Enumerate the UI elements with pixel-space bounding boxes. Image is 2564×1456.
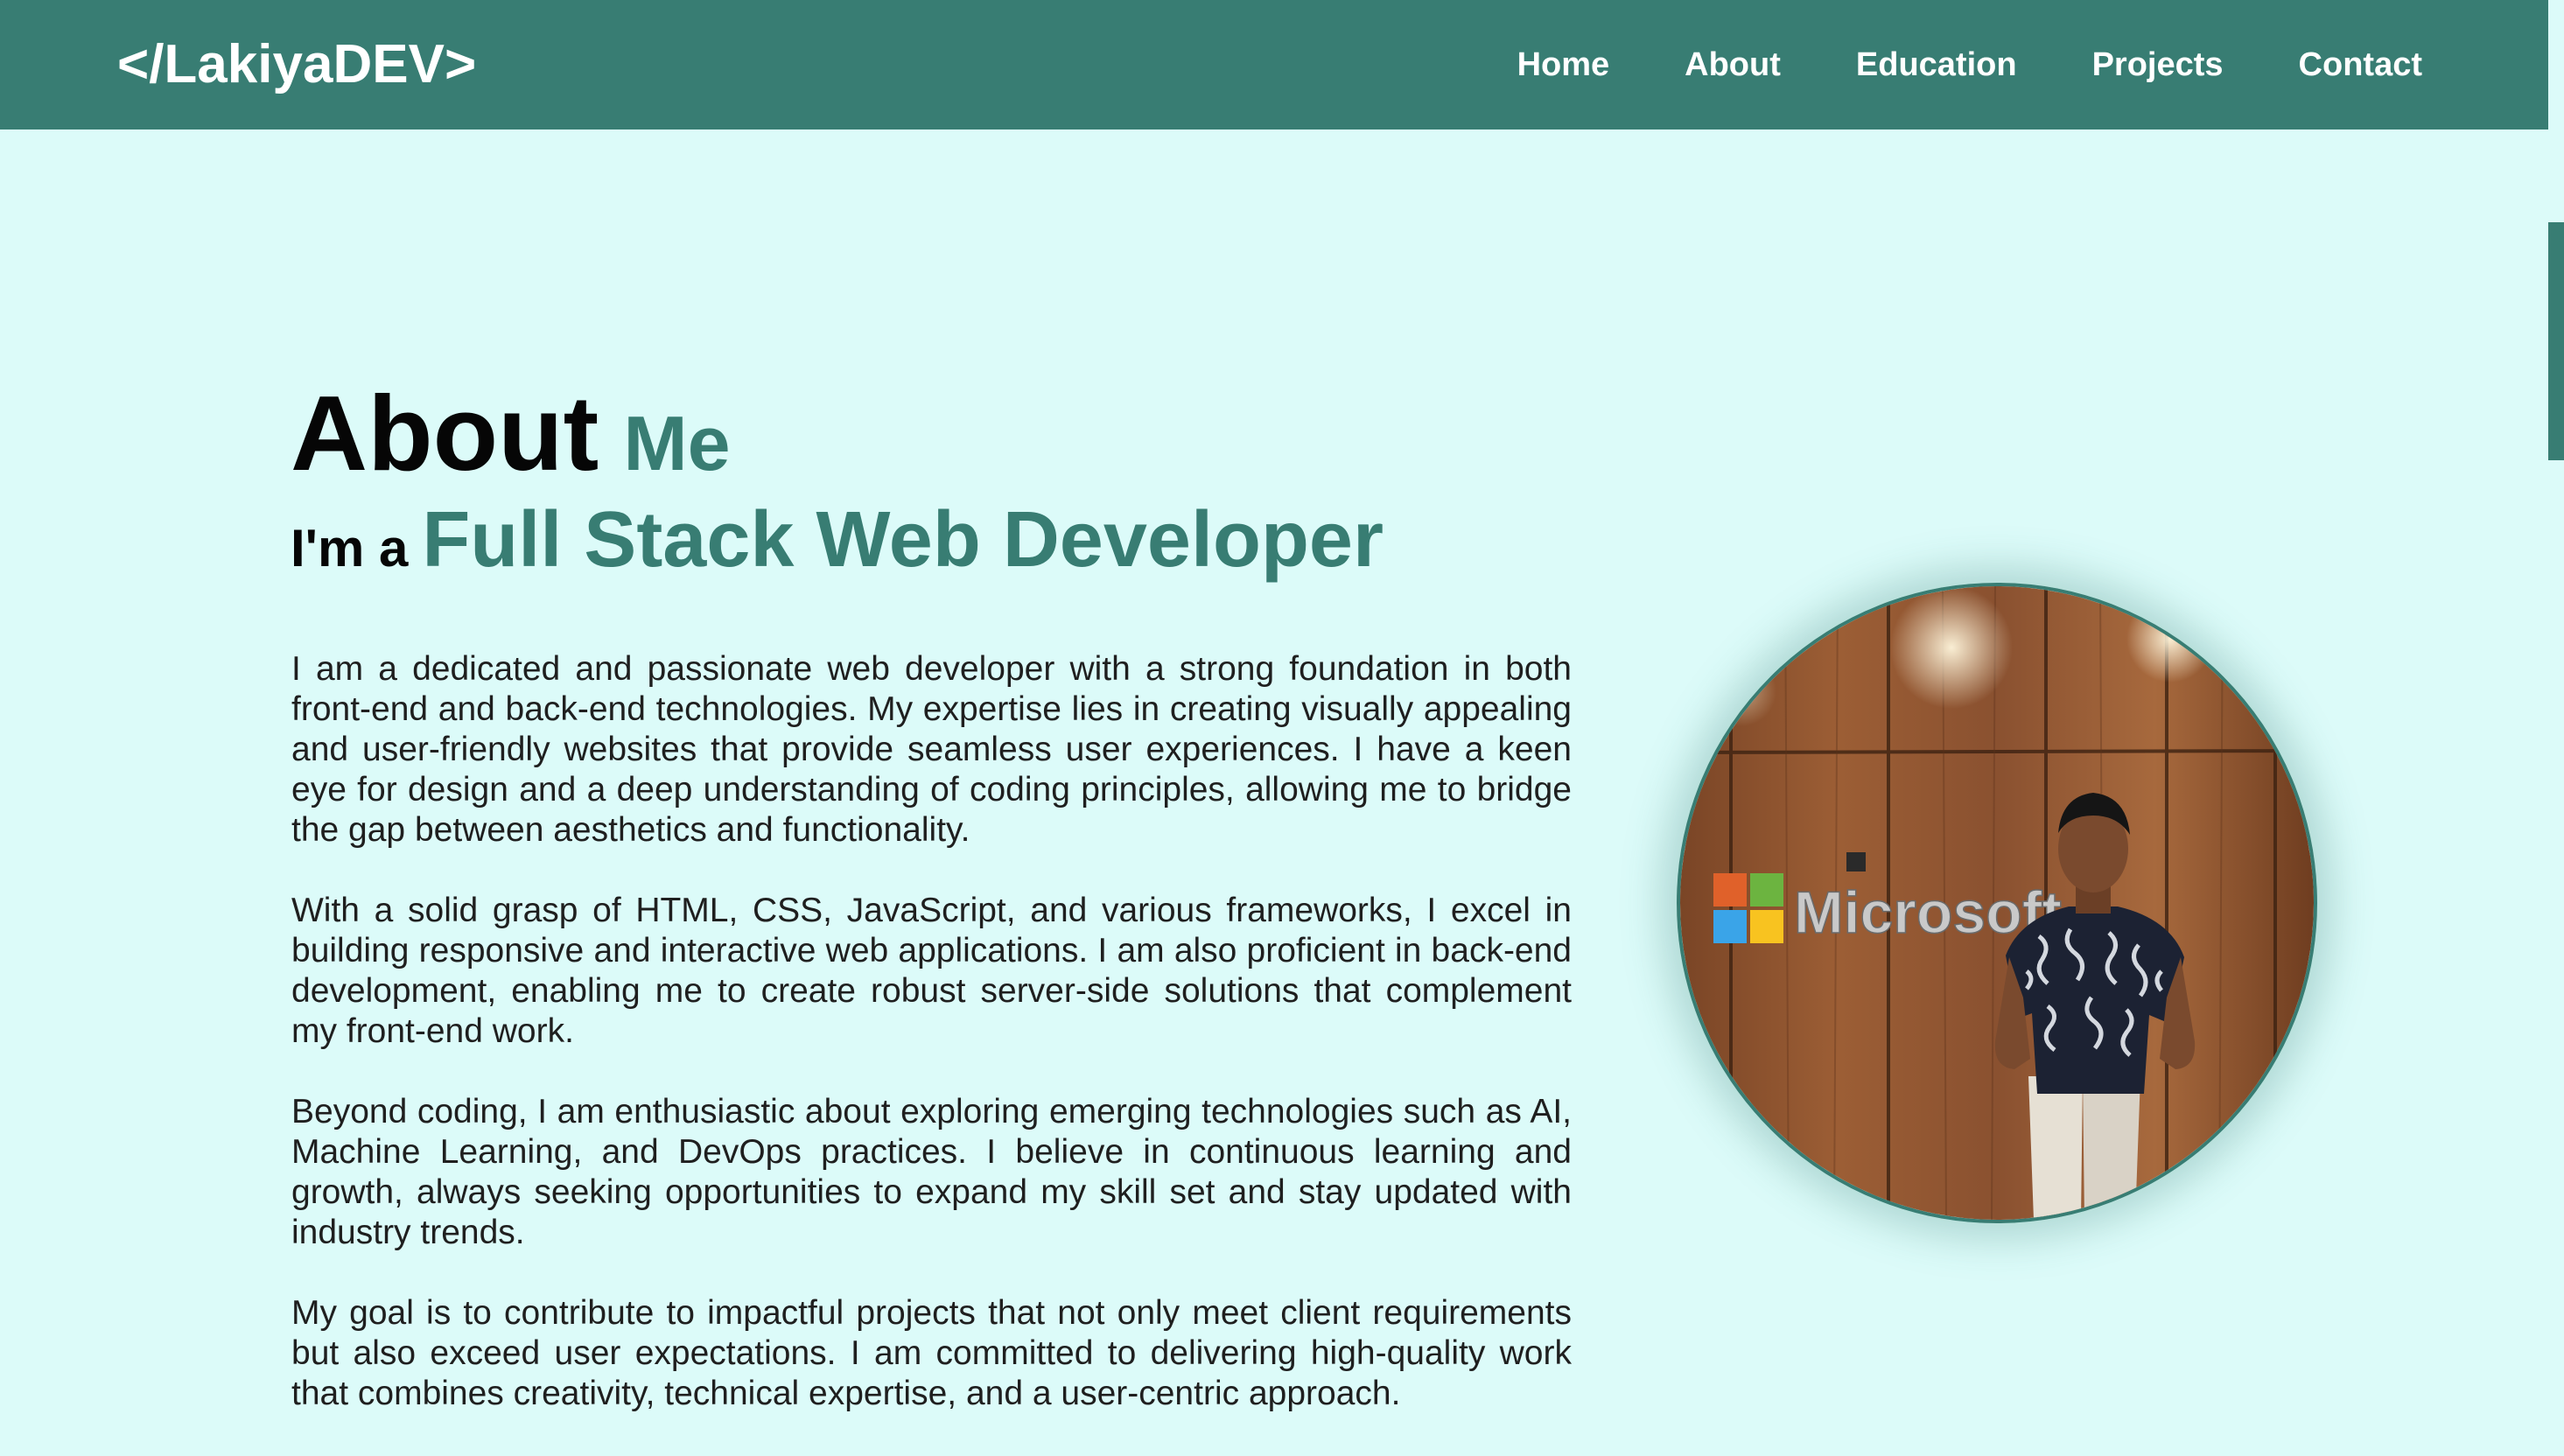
role-intro: I'm a: [291, 519, 409, 578]
about-heading-main: About: [291, 374, 599, 493]
profile-photo-illustration: Microsoft: [1680, 586, 2314, 1220]
scrollbar-thumb[interactable]: [2548, 222, 2564, 460]
site-logo[interactable]: </LakiyaDEV>: [117, 32, 476, 98]
about-heading-accent: Me: [623, 400, 731, 486]
navbar: </LakiyaDEV> Home About Education Projec…: [0, 0, 2548, 130]
profile-photo: Microsoft: [1677, 583, 2317, 1223]
nav-link-contact[interactable]: Contact: [2299, 38, 2422, 91]
role-heading: I'm a Full Stack Web Developer: [291, 492, 1384, 608]
nav-link-education[interactable]: Education: [1856, 38, 2017, 91]
bio-paragraph: My goal is to contribute to impactful pr…: [291, 1294, 1572, 1412]
bio-text: I am a dedicated and passionate web deve…: [291, 649, 1572, 1454]
bio-paragraph: I am a dedicated and passionate web deve…: [291, 650, 1572, 849]
nav-link-about[interactable]: About: [1685, 38, 1781, 91]
role-title: Full Stack Web Developer: [422, 496, 1384, 584]
nav-link-home[interactable]: Home: [1517, 38, 1610, 91]
nav-link-projects[interactable]: Projects: [2092, 38, 2224, 91]
page-scrollbar[interactable]: [2548, 0, 2564, 1456]
bio-paragraph: Beyond coding, I am enthusiastic about e…: [291, 1093, 1572, 1251]
nav-links: Home About Education Projects Contact: [1517, 38, 2422, 91]
bio-paragraph: With a solid grasp of HTML, CSS, JavaScr…: [291, 892, 1572, 1050]
